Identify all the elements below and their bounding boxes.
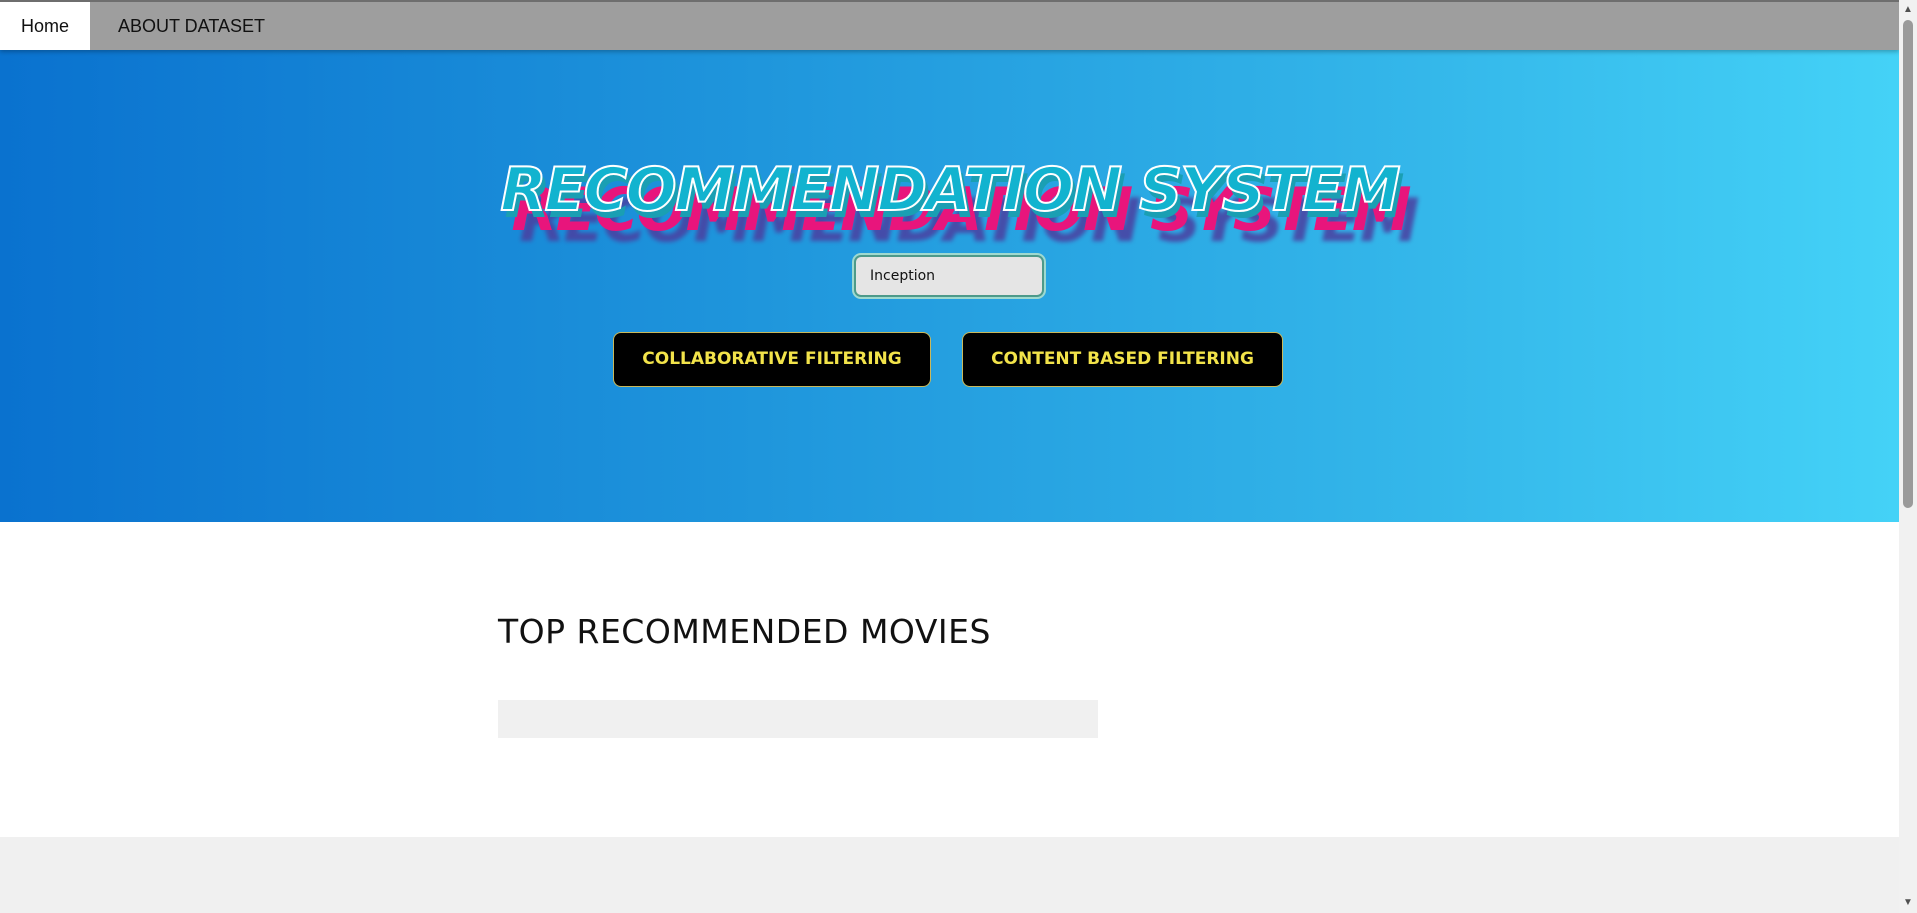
top-navbar: Home ABOUT DATASET bbox=[0, 0, 1899, 50]
footer bbox=[0, 837, 1899, 913]
nav-about-dataset-tab[interactable]: ABOUT DATASET bbox=[96, 2, 286, 50]
page-title: RECOMMENDATION SYSTEM bbox=[499, 154, 1401, 226]
scroll-down-arrow-icon[interactable]: ▼ bbox=[1899, 895, 1917, 911]
nav-home-tab[interactable]: Home bbox=[0, 2, 91, 50]
collaborative-filtering-button[interactable]: COLLABORATIVE FILTERING bbox=[613, 332, 931, 387]
hero-section: RECOMMENDATION SYSTEM RECOMMENDATION SYS… bbox=[0, 50, 1899, 522]
page: Home ABOUT DATASET RECOMMENDATION SYSTEM… bbox=[0, 0, 1899, 913]
scroll-up-arrow-icon[interactable]: ▲ bbox=[1899, 2, 1917, 18]
movie-search-input[interactable] bbox=[852, 253, 1046, 299]
vertical-scrollbar[interactable]: ▲ ▼ bbox=[1899, 0, 1917, 913]
scrollbar-thumb[interactable] bbox=[1903, 20, 1913, 508]
section-title: TOP RECOMMENDED MOVIES bbox=[498, 612, 991, 651]
recommendations-list bbox=[498, 700, 1098, 738]
content-based-filtering-button[interactable]: CONTENT BASED FILTERING bbox=[962, 332, 1283, 387]
